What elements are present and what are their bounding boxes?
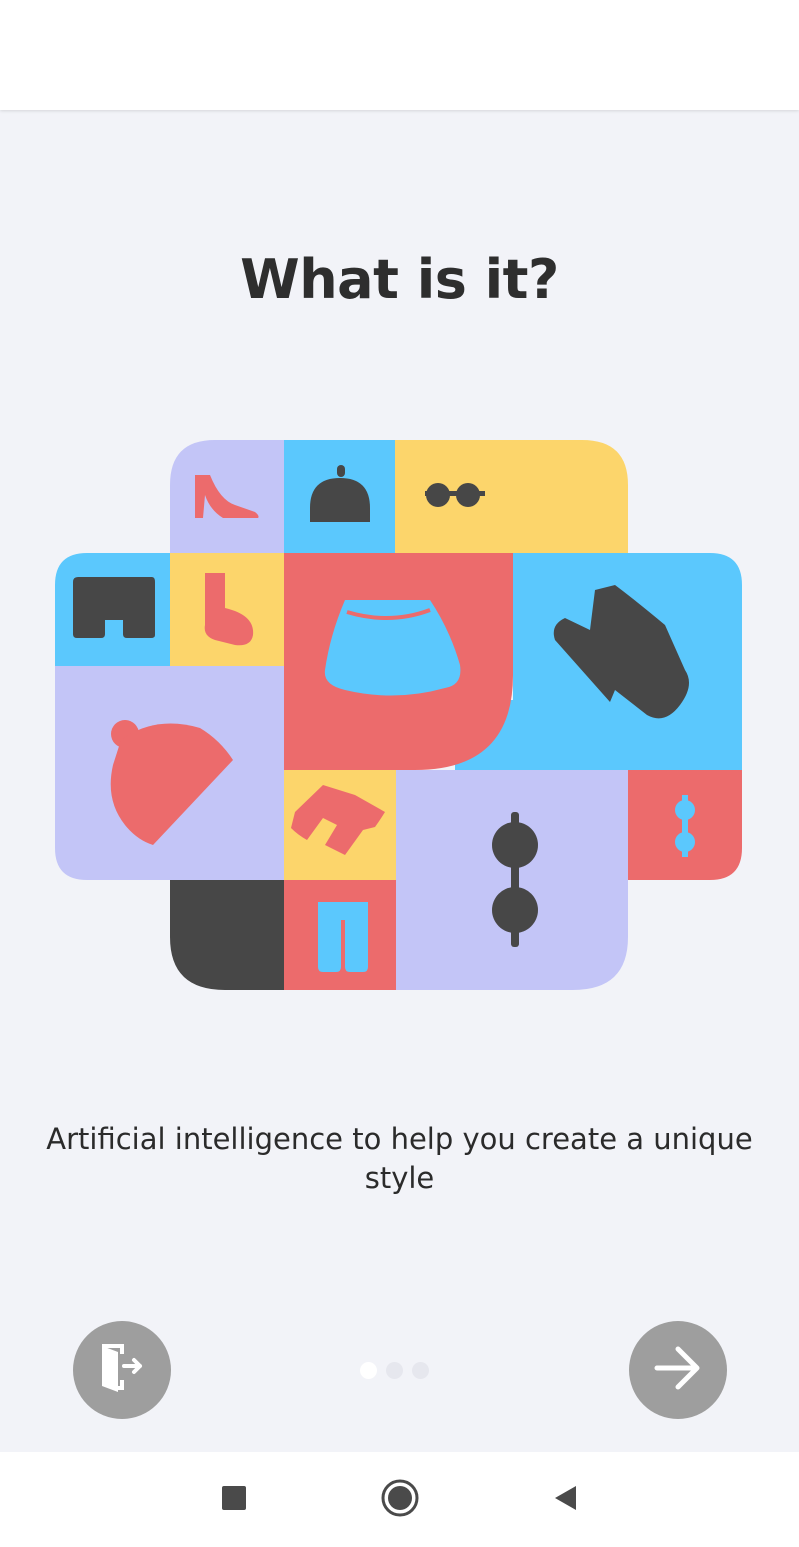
page-dot-3 bbox=[412, 1361, 429, 1379]
arrow-right-icon bbox=[653, 1345, 703, 1396]
page-dot-1 bbox=[360, 1361, 377, 1379]
page-title: What is it? bbox=[240, 248, 559, 311]
fashion-collage-illustration bbox=[55, 440, 745, 992]
page-indicator bbox=[360, 1360, 440, 1380]
status-bar bbox=[0, 0, 799, 110]
description-text: Artificial intelligence to help you crea… bbox=[46, 1122, 753, 1195]
back-button[interactable] bbox=[545, 1480, 585, 1520]
page-dot-2 bbox=[386, 1361, 403, 1379]
exit-door-icon bbox=[98, 1342, 146, 1399]
recents-button[interactable] bbox=[214, 1480, 254, 1520]
system-navigation-bar bbox=[0, 1452, 799, 1547]
triangle-back-icon bbox=[552, 1484, 578, 1517]
exit-button[interactable] bbox=[73, 1321, 171, 1419]
home-button[interactable] bbox=[380, 1478, 420, 1523]
next-button[interactable] bbox=[629, 1321, 727, 1419]
circle-icon bbox=[380, 1478, 420, 1523]
square-icon bbox=[221, 1485, 247, 1516]
